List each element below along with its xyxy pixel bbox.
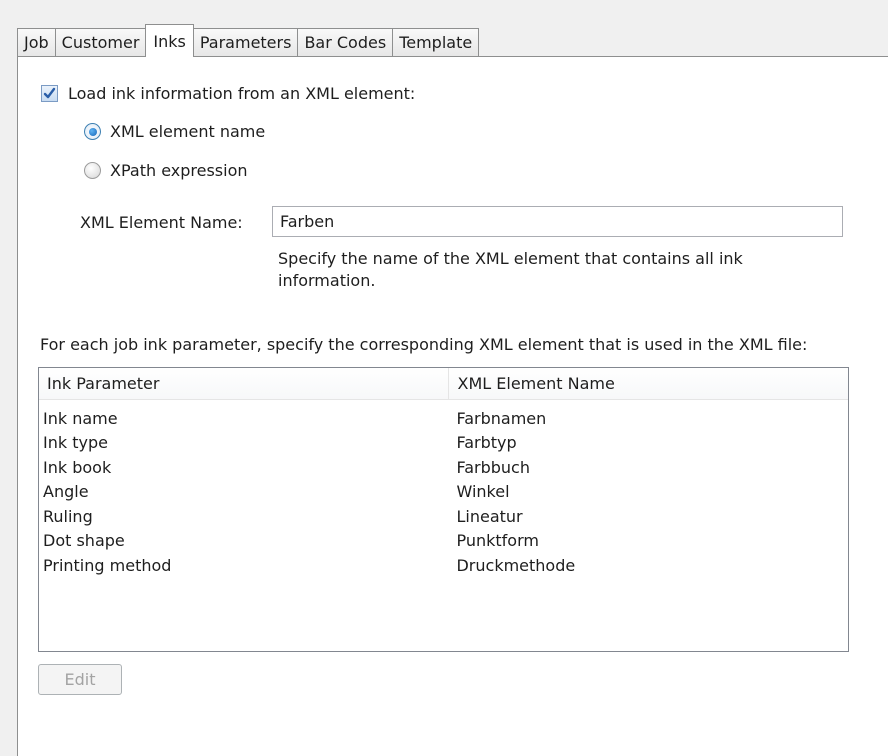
xml-element-name-label: XML Element Name: xyxy=(80,213,243,232)
radio-xpath-expression-label: XPath expression xyxy=(110,161,248,180)
load-ink-label: Load ink information from an XML element… xyxy=(68,84,416,103)
table-row[interactable]: Printing method Druckmethode xyxy=(39,553,848,578)
column-header-ink-parameter[interactable]: Ink Parameter xyxy=(39,368,449,399)
ink-parameter-cell: Ink book xyxy=(43,457,112,477)
load-ink-checkbox[interactable] xyxy=(41,85,58,102)
ink-parameter-cell: Ruling xyxy=(43,506,93,526)
ink-parameter-table: Ink Parameter XML Element Name Ink name … xyxy=(38,367,849,652)
table-row[interactable]: Angle Winkel xyxy=(39,480,848,505)
table-row[interactable]: Ruling Lineatur xyxy=(39,504,848,529)
xml-element-cell: Lineatur xyxy=(456,506,523,526)
table-header: Ink Parameter XML Element Name xyxy=(39,368,848,400)
table-body: Ink name Farbnamen Ink type Farbtyp Ink … xyxy=(39,400,848,578)
table-row[interactable]: Ink name Farbnamen xyxy=(39,406,848,431)
ink-parameter-instructions: For each job ink parameter, specify the … xyxy=(40,335,808,354)
xml-element-cell: Winkel xyxy=(456,482,510,502)
tab-job[interactable]: Job xyxy=(17,28,56,56)
xml-element-name-input[interactable] xyxy=(272,206,843,237)
ink-parameter-cell: Angle xyxy=(43,482,89,502)
ink-parameter-cell: Dot shape xyxy=(43,531,125,551)
radio-selected-dot-icon xyxy=(88,127,97,136)
xml-element-name-hint: Specify the name of the XML element that… xyxy=(278,249,743,290)
column-header-xml-element-name[interactable]: XML Element Name xyxy=(449,368,849,399)
ink-parameter-cell: Ink type xyxy=(43,433,108,453)
ink-parameter-cell: Printing method xyxy=(43,555,172,575)
xml-element-cell: Farbtyp xyxy=(456,433,517,453)
xml-element-cell: Punktform xyxy=(456,531,539,551)
table-row[interactable]: Ink book Farbbuch xyxy=(39,455,848,480)
radio-xml-element-name[interactable] xyxy=(84,123,101,140)
xml-element-cell: Farbbuch xyxy=(456,457,530,477)
table-row[interactable]: Ink type Farbtyp xyxy=(39,431,848,456)
tab-template[interactable]: Template xyxy=(392,28,480,56)
checkmark-icon xyxy=(43,87,56,99)
xml-element-cell: Farbnamen xyxy=(456,408,547,428)
xml-element-cell: Druckmethode xyxy=(456,555,576,575)
tab-strip: Job Customer Inks Parameters Bar Codes T… xyxy=(17,24,480,57)
edit-button[interactable]: Edit xyxy=(38,664,122,695)
tab-customer[interactable]: Customer xyxy=(54,28,147,56)
ink-parameter-cell: Ink name xyxy=(43,408,118,428)
table-row[interactable]: Dot shape Punktform xyxy=(39,529,848,554)
radio-xpath-expression[interactable] xyxy=(84,162,101,179)
tab-inks[interactable]: Inks xyxy=(145,24,194,57)
tab-bar-codes[interactable]: Bar Codes xyxy=(297,28,394,56)
tab-parameters[interactable]: Parameters xyxy=(192,28,299,56)
radio-xml-element-name-label: XML element name xyxy=(110,122,266,141)
